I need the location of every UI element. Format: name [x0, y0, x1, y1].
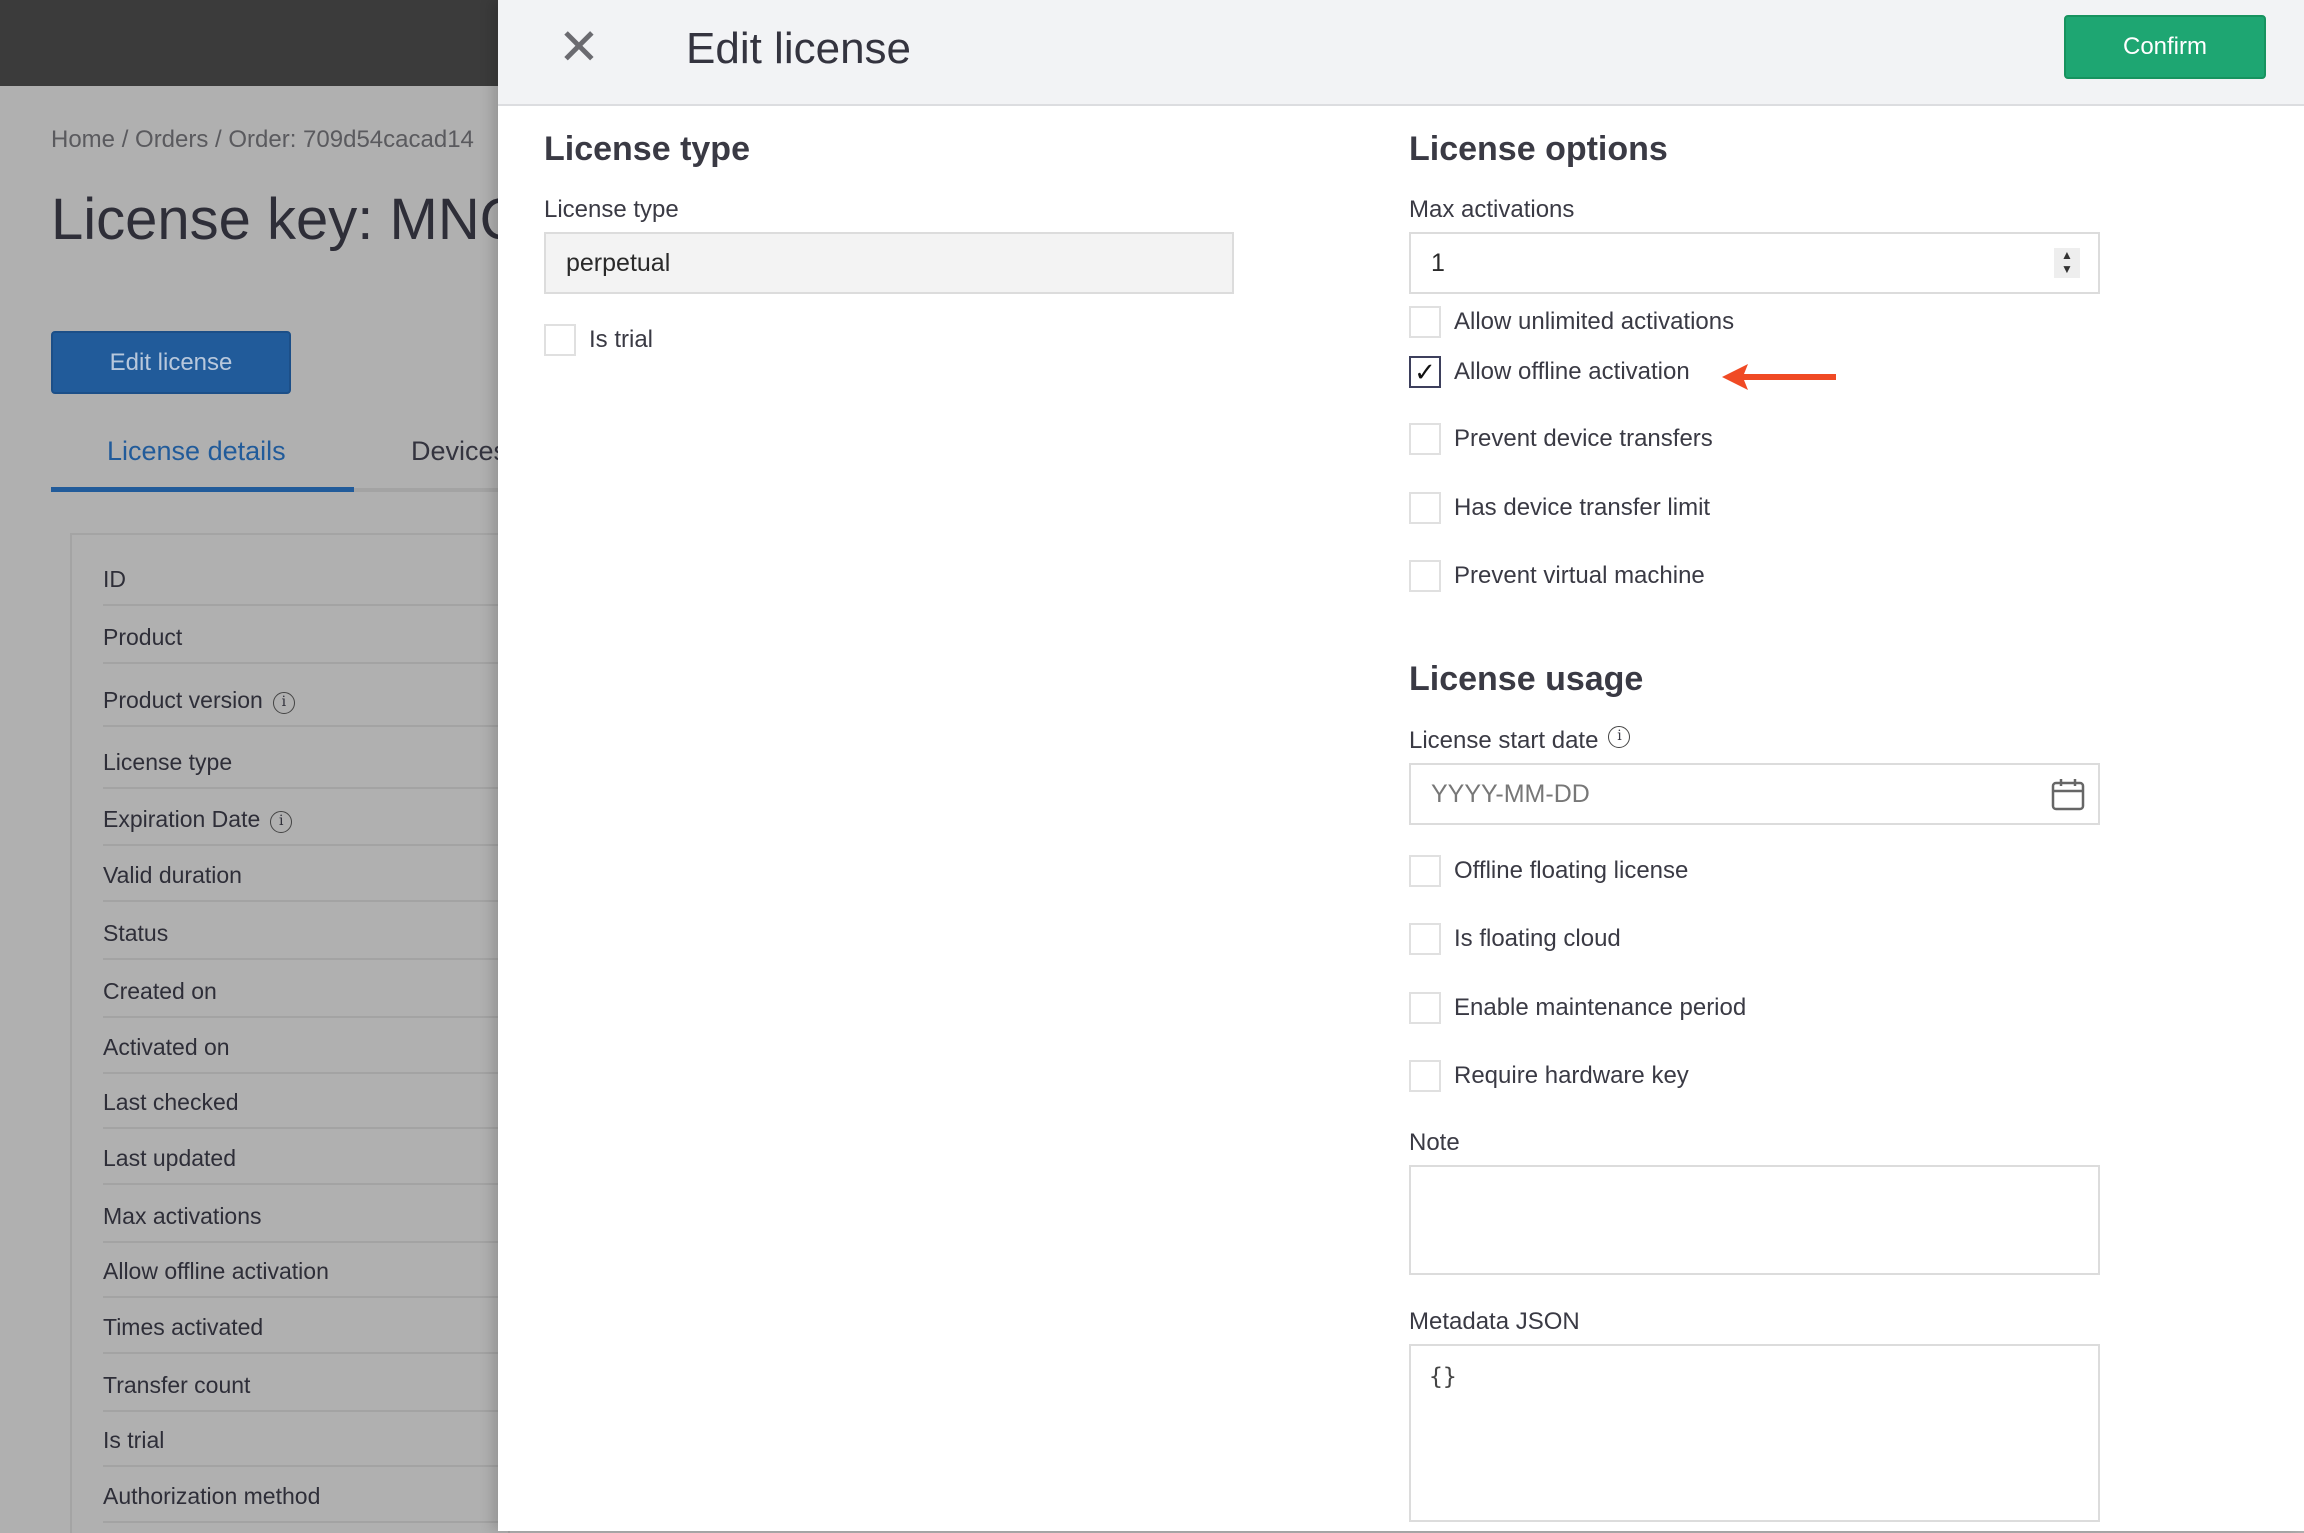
active-tab-indicator — [51, 487, 354, 492]
checkbox-label: Is trial — [589, 326, 654, 353]
red-arrow-annotation — [1722, 364, 1836, 390]
detail-row-label: Valid duration — [103, 861, 242, 888]
detail-row-label: Expiration Date — [103, 805, 261, 832]
checkbox-allow-offline-activation[interactable]: ✓ Allow offline activation — [1409, 356, 1690, 388]
license-type-field[interactable]: perpetual — [544, 232, 1234, 294]
checkbox-box[interactable] — [1409, 492, 1441, 524]
detail-row: Is trial — [103, 1427, 503, 1468]
license-type-value: perpetual — [566, 248, 671, 277]
note-label: Note — [1409, 1129, 1460, 1156]
checkbox-box[interactable] — [1409, 855, 1441, 887]
detail-row: Activated on — [103, 1034, 503, 1074]
checkbox-has-device-transfer-limit[interactable]: Has device transfer limit — [1409, 492, 1710, 524]
detail-row: Allow offline activation — [103, 1258, 503, 1299]
stepper-arrows-icon[interactable]: ▲ ▼ — [2054, 248, 2080, 278]
is-trial-checkbox[interactable]: Is trial — [544, 324, 653, 356]
start-date-placeholder: YYYY-MM-DD — [1431, 779, 1590, 808]
metadata-label: Metadata JSON — [1409, 1308, 1580, 1335]
max-activations-label: Max activations — [1409, 196, 1575, 223]
checkbox-checked-icon[interactable]: ✓ — [1409, 356, 1441, 388]
info-icon[interactable]: i — [270, 810, 293, 833]
detail-row-label: Max activations — [103, 1202, 262, 1229]
start-date-label: License start date i — [1409, 726, 1631, 755]
detail-row: Authorization method — [103, 1483, 503, 1524]
max-activations-value: 1 — [1431, 248, 1445, 277]
checkbox-label: Has device transfer limit — [1454, 494, 1711, 521]
max-activations-input[interactable]: 1 ▲ ▼ — [1409, 232, 2100, 294]
checkbox-label: Prevent virtual machine — [1454, 562, 1705, 589]
metadata-textarea[interactable]: {} — [1409, 1344, 2100, 1522]
checkbox-label: Is floating cloud — [1454, 925, 1621, 952]
detail-row: ID — [103, 566, 503, 607]
detail-row-label: Allow offline activation — [103, 1258, 329, 1285]
checkbox-label: Prevent device transfers — [1454, 425, 1713, 452]
detail-row: Product — [103, 624, 503, 664]
detail-row-label: Transfer count — [103, 1371, 251, 1398]
edit-license-button[interactable]: Edit license — [51, 331, 291, 394]
page-title: License key: MNQ — [51, 187, 525, 252]
checkbox-box[interactable] — [1409, 923, 1441, 955]
detail-row-label: Last checked — [103, 1089, 239, 1116]
calendar-icon[interactable] — [2050, 777, 2086, 813]
license-usage-heading: License usage — [1409, 660, 1644, 698]
info-icon[interactable]: i — [1608, 726, 1631, 748]
checkbox-require-hardware-key[interactable]: Require hardware key — [1409, 1060, 1689, 1092]
detail-row-label: Times activated — [103, 1314, 264, 1341]
detail-row: Transfer count — [103, 1372, 503, 1412]
top-nav-bar — [0, 0, 498, 86]
detail-row-label: ID — [103, 566, 126, 593]
checkbox-prevent-virtual-machine[interactable]: Prevent virtual machine — [1409, 560, 1705, 592]
checkbox-box[interactable] — [544, 324, 576, 356]
detail-row-label: Product version — [103, 686, 263, 713]
detail-row: Last checked — [103, 1089, 503, 1130]
detail-row-label: Activated on — [103, 1033, 230, 1060]
detail-row: Times activated — [103, 1314, 503, 1355]
checkbox-allow-unlimited-activations[interactable]: Allow unlimited activations — [1409, 306, 1734, 338]
detail-row-label: Created on — [103, 977, 217, 1004]
detail-row-label: Is trial — [103, 1427, 165, 1454]
detail-row: Last updated — [103, 1145, 503, 1186]
tab-license-details[interactable]: License details — [107, 436, 286, 467]
close-icon[interactable]: ✕ — [558, 22, 600, 72]
checkbox-label: Enable maintenance period — [1454, 994, 1747, 1021]
detail-row: Status — [103, 920, 503, 961]
checkbox-enable-maintenance-period[interactable]: Enable maintenance period — [1409, 992, 1746, 1024]
detail-row: Created on — [103, 978, 503, 1018]
checkbox-box[interactable] — [1409, 1060, 1441, 1092]
tab-devices[interactable]: Devices — [411, 436, 507, 467]
detail-row: Expiration Date i — [103, 806, 503, 846]
detail-row: Valid duration — [103, 862, 503, 902]
detail-row-label: Product — [103, 623, 183, 650]
info-icon[interactable]: i — [272, 691, 295, 714]
checkbox-label: Require hardware key — [1454, 1062, 1689, 1089]
checkbox-box[interactable] — [1409, 560, 1441, 592]
detail-row-label: Authorization method — [103, 1483, 321, 1510]
checkbox-box[interactable] — [1409, 306, 1441, 338]
breadcrumb: Home / Orders / Order: 709d54cacad14 — [51, 126, 474, 153]
checkbox-label: Allow offline activation — [1454, 358, 1690, 385]
checkbox-is-floating-cloud[interactable]: Is floating cloud — [1409, 923, 1621, 955]
detail-row-label: Last updated — [103, 1145, 237, 1172]
start-date-input[interactable]: YYYY-MM-DD — [1409, 763, 2100, 825]
detail-row: Max activations — [103, 1203, 503, 1243]
checkbox-label: Offline floating license — [1454, 857, 1689, 884]
edit-license-drawer: ✕ Edit license Confirm License type Lice… — [498, 0, 2304, 1531]
license-type-heading: License type — [544, 130, 750, 168]
checkbox-box[interactable] — [1409, 992, 1441, 1024]
checkbox-label: Allow unlimited activations — [1454, 308, 1735, 335]
license-type-label: License type — [544, 196, 679, 223]
license-options-heading: License options — [1409, 130, 1668, 168]
detail-row: License type — [103, 749, 503, 789]
checkbox-box[interactable] — [1409, 423, 1441, 455]
drawer-title: Edit license — [686, 24, 912, 73]
checkbox-offline-floating-license[interactable]: Offline floating license — [1409, 855, 1688, 887]
confirm-button[interactable]: Confirm — [2064, 15, 2266, 79]
detail-row-label: License type — [103, 748, 233, 775]
checkbox-prevent-device-transfers[interactable]: Prevent device transfers — [1409, 423, 1713, 455]
metadata-value: {} — [1429, 1364, 1457, 1390]
detail-row-label: Status — [103, 920, 169, 947]
detail-row: Product version i — [103, 687, 503, 727]
note-textarea[interactable] — [1409, 1165, 2100, 1275]
